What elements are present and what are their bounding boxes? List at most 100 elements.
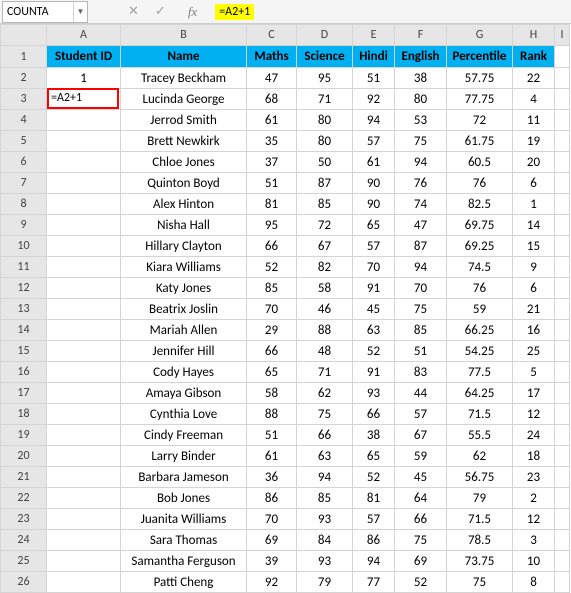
cell[interactable]: 56.75 (447, 467, 513, 488)
cell[interactable] (47, 89, 121, 110)
cell[interactable] (47, 446, 121, 467)
cell[interactable] (47, 236, 121, 257)
row-header[interactable]: 17 (1, 383, 47, 404)
cell[interactable] (47, 509, 121, 530)
cell[interactable]: 69.25 (447, 236, 513, 257)
cell[interactable]: 44 (395, 383, 447, 404)
cell[interactable]: Jennifer Hill (121, 341, 247, 362)
cell[interactable] (47, 215, 121, 236)
cell[interactable]: 1 (513, 194, 555, 215)
cell[interactable]: Cynthia Love (121, 404, 247, 425)
cell[interactable]: 61 (247, 446, 297, 467)
cell[interactable] (555, 173, 570, 194)
cell[interactable]: 77.5 (447, 362, 513, 383)
cell[interactable]: 20 (513, 152, 555, 173)
cell[interactable]: 86 (247, 488, 297, 509)
cell[interactable] (555, 320, 570, 341)
cell[interactable] (555, 509, 570, 530)
cell[interactable]: 66 (247, 236, 297, 257)
row-header[interactable]: 19 (1, 425, 47, 446)
cell[interactable]: 29 (247, 320, 297, 341)
cell[interactable]: 79 (447, 488, 513, 509)
cell[interactable] (555, 467, 570, 488)
cell[interactable]: 6 (513, 173, 555, 194)
cell[interactable]: 12 (513, 509, 555, 530)
row-header[interactable]: 13 (1, 299, 47, 320)
row-header[interactable]: 25 (1, 551, 47, 572)
row-header[interactable]: 6 (1, 152, 47, 173)
cell[interactable]: 55.5 (447, 425, 513, 446)
cell[interactable]: Patti Cheng (121, 572, 247, 593)
cell[interactable]: 92 (353, 89, 395, 110)
cell[interactable]: 67 (297, 236, 353, 257)
cell[interactable]: 65 (353, 446, 395, 467)
cell[interactable]: Samantha Ferguson (121, 551, 247, 572)
cell[interactable]: 91 (353, 278, 395, 299)
cell[interactable]: 92 (247, 572, 297, 593)
cell[interactable] (47, 362, 121, 383)
cell[interactable]: 93 (297, 551, 353, 572)
cell[interactable] (555, 572, 570, 593)
col-header[interactable]: C (247, 25, 297, 46)
row-header[interactable]: 8 (1, 194, 47, 215)
cell[interactable]: 82 (297, 257, 353, 278)
formula-text[interactable]: =A2+1 (215, 4, 254, 20)
cell[interactable]: 88 (247, 404, 297, 425)
cell[interactable]: 77.75 (447, 89, 513, 110)
cell[interactable]: Brett Newkirk (121, 131, 247, 152)
cell[interactable]: 54.25 (447, 341, 513, 362)
cell[interactable]: 58 (247, 383, 297, 404)
cell[interactable]: 23 (513, 467, 555, 488)
cell[interactable]: 94 (395, 152, 447, 173)
cell[interactable]: 79 (297, 572, 353, 593)
cell[interactable] (555, 383, 570, 404)
cell[interactable]: 14 (513, 215, 555, 236)
cell[interactable]: 85 (297, 194, 353, 215)
row-header[interactable]: 24 (1, 530, 47, 551)
row-header[interactable]: 5 (1, 131, 47, 152)
cell[interactable]: 66 (395, 509, 447, 530)
cell[interactable] (47, 173, 121, 194)
cell[interactable] (47, 530, 121, 551)
col-header[interactable]: D (297, 25, 353, 46)
cell[interactable]: 52 (247, 257, 297, 278)
cell[interactable]: 78.5 (447, 530, 513, 551)
cell[interactable] (47, 278, 121, 299)
spreadsheet-grid[interactable]: A B C D E F G H I 1 Student ID Name Math… (0, 24, 571, 593)
cell[interactable]: 69 (395, 551, 447, 572)
col-header[interactable]: E (353, 25, 395, 46)
name-box[interactable]: COUNTA ▼ (2, 1, 88, 23)
cell[interactable]: 46 (297, 299, 353, 320)
cell[interactable]: Amaya Gibson (121, 383, 247, 404)
cell[interactable]: 61.75 (447, 131, 513, 152)
cell[interactable]: 88 (297, 320, 353, 341)
cell[interactable]: 94 (353, 110, 395, 131)
cell[interactable]: 85 (247, 278, 297, 299)
cell[interactable] (47, 257, 121, 278)
cell[interactable] (555, 215, 570, 236)
cell[interactable] (555, 299, 570, 320)
cell[interactable]: 25 (513, 341, 555, 362)
cell[interactable]: 58 (297, 278, 353, 299)
cell[interactable]: 59 (395, 446, 447, 467)
cell[interactable]: 8 (513, 572, 555, 593)
cell[interactable]: 76 (447, 278, 513, 299)
cell[interactable]: 45 (353, 299, 395, 320)
cell[interactable]: 52 (353, 467, 395, 488)
cell[interactable]: Beatrix Joslin (121, 299, 247, 320)
cancel-icon[interactable]: ✕ (128, 4, 139, 19)
cell[interactable]: 37 (247, 152, 297, 173)
cell[interactable] (47, 572, 121, 593)
cell[interactable]: Barbara Jameson (121, 467, 247, 488)
cell[interactable]: 48 (297, 341, 353, 362)
cell[interactable]: 84 (297, 530, 353, 551)
row-header[interactable]: 11 (1, 257, 47, 278)
cell[interactable]: 77 (353, 572, 395, 593)
row-header[interactable]: 10 (1, 236, 47, 257)
name-box-dropdown-icon[interactable]: ▼ (73, 2, 87, 22)
cell[interactable] (47, 551, 121, 572)
cell[interactable]: 19 (513, 131, 555, 152)
cell[interactable] (47, 131, 121, 152)
cell[interactable]: 69 (247, 530, 297, 551)
row-header[interactable]: 1 (1, 46, 47, 68)
